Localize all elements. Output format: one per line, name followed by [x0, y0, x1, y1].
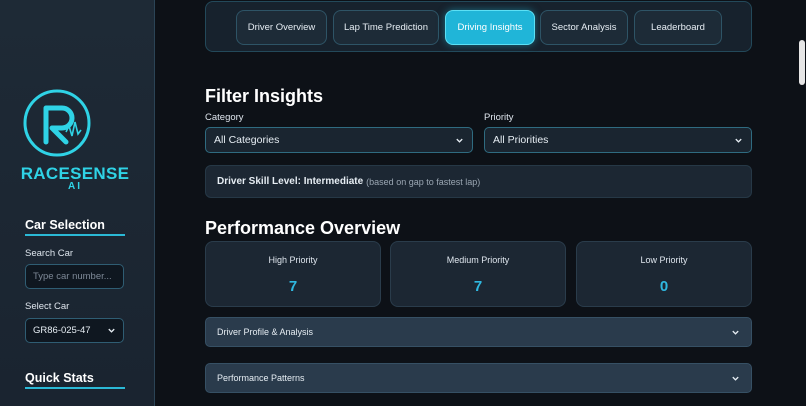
- tab-lap-time-prediction[interactable]: Lap Time Prediction: [333, 10, 439, 45]
- select-car-label: Select Car: [25, 301, 70, 312]
- brand-subtitle: AI: [68, 181, 82, 192]
- stat-label: Medium Priority: [446, 255, 510, 265]
- stat-value: 7: [473, 278, 483, 295]
- accordion-label: Performance Patterns: [217, 373, 305, 383]
- driver-skill-level-note: (based on gap to fastest lap): [366, 176, 481, 187]
- stat-label: High Priority: [268, 255, 318, 265]
- filter-insights-heading: Filter Insights: [205, 86, 324, 106]
- category-label: Category: [205, 112, 244, 123]
- low-priority-card: Low Priority 0: [576, 241, 752, 307]
- tab-bar: Driver Overview Lap Time Prediction Driv…: [205, 1, 752, 52]
- quick-stats-heading: Quick Stats: [25, 371, 125, 389]
- stat-value: 0: [659, 278, 669, 295]
- search-car-label: Search Car: [25, 248, 74, 259]
- category-value: All Categories: [214, 134, 280, 146]
- tab-driver-overview[interactable]: Driver Overview: [236, 10, 327, 45]
- page-scrollbar[interactable]: [798, 0, 806, 406]
- search-car-input[interactable]: [25, 264, 124, 289]
- chevron-down-icon: [732, 330, 739, 335]
- priority-value: All Priorities: [493, 134, 549, 146]
- priority-select[interactable]: All Priorities: [484, 127, 752, 153]
- chevron-down-icon: [735, 138, 742, 143]
- tab-sector-analysis[interactable]: Sector Analysis: [540, 10, 628, 45]
- chevron-down-icon: [732, 376, 739, 381]
- chevron-down-icon: [456, 138, 463, 143]
- performance-overview-heading: Performance Overview: [205, 218, 401, 238]
- driver-profile-accordion[interactable]: Driver Profile & Analysis: [205, 317, 752, 347]
- high-priority-card: High Priority 7: [205, 241, 381, 307]
- select-car-dropdown[interactable]: GR86-025-47: [25, 318, 124, 343]
- driver-skill-level-text: Driver Skill Level: Intermediate: [217, 176, 364, 187]
- category-select[interactable]: All Categories: [205, 127, 473, 153]
- select-car-value: GR86-025-47: [33, 325, 91, 336]
- medium-priority-card: Medium Priority 7: [390, 241, 566, 307]
- performance-patterns-accordion[interactable]: Performance Patterns: [205, 363, 752, 393]
- tab-driving-insights[interactable]: Driving Insights: [445, 10, 535, 45]
- tab-leaderboard[interactable]: Leaderboard: [634, 10, 722, 45]
- driver-skill-level-box: Driver Skill Level: Intermediate (based …: [205, 165, 752, 198]
- chevron-down-icon: [108, 328, 115, 333]
- priority-label: Priority: [484, 112, 514, 123]
- stat-label: Low Priority: [640, 255, 688, 265]
- sidebar: RACESENSE AI Car Selection Search Car Se…: [0, 0, 155, 406]
- stat-value: 7: [288, 278, 298, 295]
- scrollbar-thumb[interactable]: [799, 40, 805, 85]
- car-selection-heading: Car Selection: [25, 218, 125, 236]
- accordion-label: Driver Profile & Analysis: [217, 327, 314, 337]
